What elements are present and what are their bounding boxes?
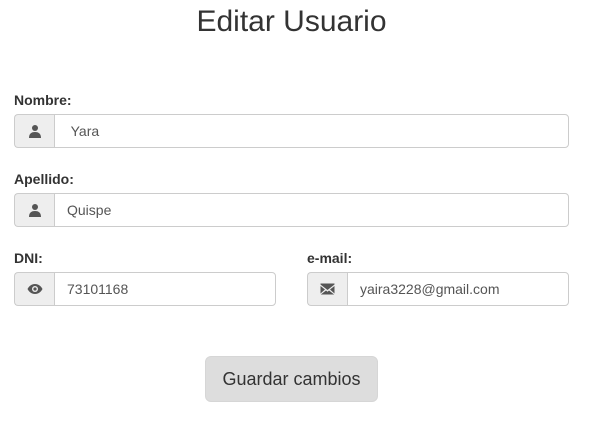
email-label: e-mail:	[307, 250, 353, 266]
nombre-field[interactable]	[54, 114, 569, 148]
nombre-label: Nombre:	[14, 92, 72, 108]
dni-field[interactable]	[54, 272, 276, 306]
nombre-input-group	[14, 114, 569, 148]
apellido-input-group	[14, 193, 569, 227]
apellido-field[interactable]	[54, 193, 569, 227]
page-title: Editar Usuario	[196, 5, 387, 38]
dni-label: DNI:	[14, 250, 43, 266]
eye-icon	[14, 272, 54, 306]
user-icon	[14, 193, 54, 227]
envelope-icon	[307, 272, 347, 306]
dni-input-group	[14, 272, 276, 306]
apellido-label: Apellido:	[14, 171, 74, 187]
email-field[interactable]	[347, 272, 569, 306]
edit-user-page: Editar Usuario Nombre: Apellido: DNI:	[0, 0, 591, 435]
save-changes-button[interactable]: Guardar cambios	[205, 356, 378, 402]
user-icon	[14, 114, 54, 148]
email-input-group	[307, 272, 569, 306]
